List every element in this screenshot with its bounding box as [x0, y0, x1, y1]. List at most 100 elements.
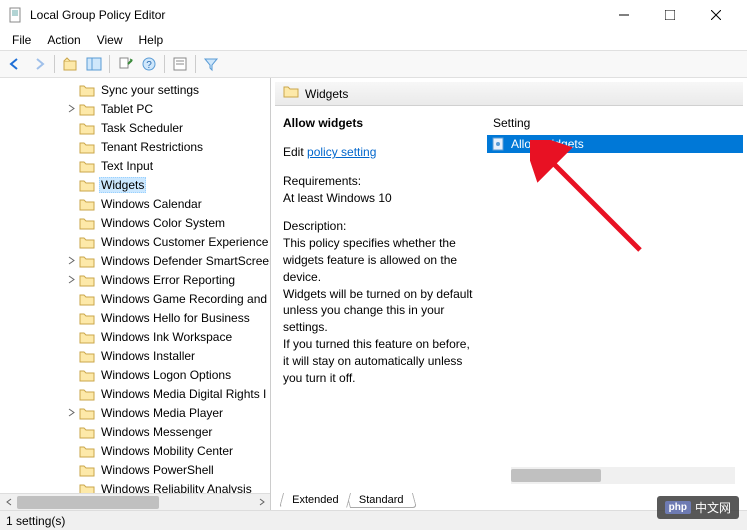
chevron-right-icon[interactable]	[66, 103, 77, 114]
folder-icon	[79, 140, 95, 154]
show-hide-tree-button[interactable]	[83, 53, 105, 75]
folder-icon	[79, 463, 95, 477]
tree-item[interactable]: Windows Installer	[0, 346, 270, 365]
tree-item[interactable]: Task Scheduler	[0, 118, 270, 137]
tree-item-label: Windows Mobility Center	[101, 444, 233, 458]
description-label: Description:	[283, 218, 473, 235]
tree-item[interactable]: Tablet PC	[0, 99, 270, 118]
tree-item-label: Windows Customer Experience	[101, 235, 268, 249]
tab-standard[interactable]: Standard	[346, 493, 417, 508]
chevron-right-icon[interactable]	[66, 255, 77, 266]
tree-item[interactable]: Windows PowerShell	[0, 460, 270, 479]
scroll-right-button[interactable]	[253, 494, 270, 511]
tree-item[interactable]: Windows Messenger	[0, 422, 270, 441]
description-text-2: Widgets will be turned on by default unl…	[283, 286, 473, 336]
tree-item-label: Windows Reliability Analysis	[101, 482, 252, 494]
tree-horizontal-scrollbar[interactable]	[0, 493, 270, 510]
up-one-level-button[interactable]	[59, 53, 81, 75]
folder-icon	[79, 254, 95, 268]
tree-item[interactable]: Windows Media Player	[0, 403, 270, 422]
edit-policy-link[interactable]: policy setting	[307, 145, 376, 159]
tree-item[interactable]: Tenant Restrictions	[0, 137, 270, 156]
tree-item-label: Windows Calendar	[101, 197, 202, 211]
tree-item-label: Windows Error Reporting	[101, 273, 235, 287]
tree-item[interactable]: Windows Error Reporting	[0, 270, 270, 289]
setting-label: Allow widgets	[511, 137, 584, 151]
tree-item[interactable]: Windows Mobility Center	[0, 441, 270, 460]
description-text-3: If you turned this feature on before, it…	[283, 336, 473, 386]
menu-action[interactable]: Action	[39, 31, 88, 49]
export-list-button[interactable]	[114, 53, 136, 75]
chevron-right-icon[interactable]	[66, 407, 77, 418]
minimize-button[interactable]	[601, 0, 647, 30]
tree-item-label: Tablet PC	[101, 102, 153, 116]
tree-item-label: Windows Installer	[101, 349, 195, 363]
titlebar: Local Group Policy Editor	[0, 0, 747, 30]
settings-horizontal-scrollbar[interactable]	[511, 467, 735, 484]
window-title: Local Group Policy Editor	[30, 8, 601, 22]
menu-file[interactable]: File	[4, 31, 39, 49]
folder-icon	[79, 216, 95, 230]
policy-title: Allow widgets	[283, 116, 473, 130]
settings-scroll-thumb[interactable]	[511, 469, 601, 482]
tree-item[interactable]: Windows Media Digital Rights I	[0, 384, 270, 403]
svg-text:?: ?	[146, 60, 152, 71]
folder-icon	[79, 159, 95, 173]
setting-row[interactable]: Allow widgets	[487, 135, 743, 153]
close-button[interactable]	[693, 0, 739, 30]
column-header-setting[interactable]: Setting	[487, 112, 743, 135]
folder-icon	[79, 349, 95, 363]
tree-item[interactable]: Windows Customer Experience	[0, 232, 270, 251]
forward-button[interactable]	[28, 53, 50, 75]
tree-item[interactable]: Windows Logon Options	[0, 365, 270, 384]
tree-item[interactable]: Windows Hello for Business	[0, 308, 270, 327]
folder-icon	[79, 406, 95, 420]
tree-item-label: Windows PowerShell	[101, 463, 214, 477]
status-text: 1 setting(s)	[6, 514, 65, 528]
tree-item[interactable]: Windows Ink Workspace	[0, 327, 270, 346]
tree-item[interactable]: Windows Calendar	[0, 194, 270, 213]
tree-item[interactable]: Text Input	[0, 156, 270, 175]
tree-item[interactable]: Widgets	[0, 175, 270, 194]
watermark-text: 中文网	[695, 499, 731, 516]
maximize-button[interactable]	[647, 0, 693, 30]
app-icon	[8, 7, 24, 23]
toolbar: ?	[0, 50, 747, 78]
back-button[interactable]	[4, 53, 26, 75]
tree-item-label: Text Input	[101, 159, 153, 173]
tree-item[interactable]: Windows Color System	[0, 213, 270, 232]
watermark-badge: php	[665, 501, 691, 514]
tree-item-label: Windows Color System	[101, 216, 225, 230]
tree-item-label: Windows Game Recording and	[101, 292, 267, 306]
folder-icon	[79, 368, 95, 382]
folder-icon	[79, 387, 95, 401]
tree-item-label: Windows Defender SmartScreen	[101, 254, 270, 268]
tree-item[interactable]: Windows Reliability Analysis	[0, 479, 270, 493]
tree-item[interactable]: Windows Game Recording and	[0, 289, 270, 308]
tree-content[interactable]: Sync your settings Tablet PC Task Schedule…	[0, 78, 270, 493]
folder-icon	[283, 84, 299, 103]
folder-icon	[79, 197, 95, 211]
description-text-1: This policy specifies whether the widget…	[283, 235, 473, 285]
help-button[interactable]: ?	[138, 53, 160, 75]
folder-icon	[79, 121, 95, 135]
tree-panel: Sync your settings Tablet PC Task Schedule…	[0, 78, 271, 510]
tree-item[interactable]: Windows Defender SmartScreen	[0, 251, 270, 270]
tree-item-label: Task Scheduler	[101, 121, 183, 135]
tree-item[interactable]: Sync your settings	[0, 80, 270, 99]
tree-item-label: Windows Hello for Business	[101, 311, 250, 325]
scroll-thumb[interactable]	[17, 496, 159, 509]
folder-icon	[79, 330, 95, 344]
main-area: Sync your settings Tablet PC Task Schedule…	[0, 78, 747, 510]
details-panel: Widgets Allow widgets Edit policy settin…	[271, 78, 747, 510]
tab-extended[interactable]: Extended	[279, 493, 352, 508]
menu-view[interactable]: View	[89, 31, 131, 49]
properties-button[interactable]	[169, 53, 191, 75]
menu-help[interactable]: Help	[131, 31, 172, 49]
scroll-left-button[interactable]	[0, 494, 17, 511]
chevron-right-icon[interactable]	[66, 274, 77, 285]
filter-button[interactable]	[200, 53, 222, 75]
folder-icon	[79, 83, 95, 97]
watermark: php 中文网	[657, 496, 739, 519]
view-tabs: Extended Standard	[281, 493, 415, 508]
